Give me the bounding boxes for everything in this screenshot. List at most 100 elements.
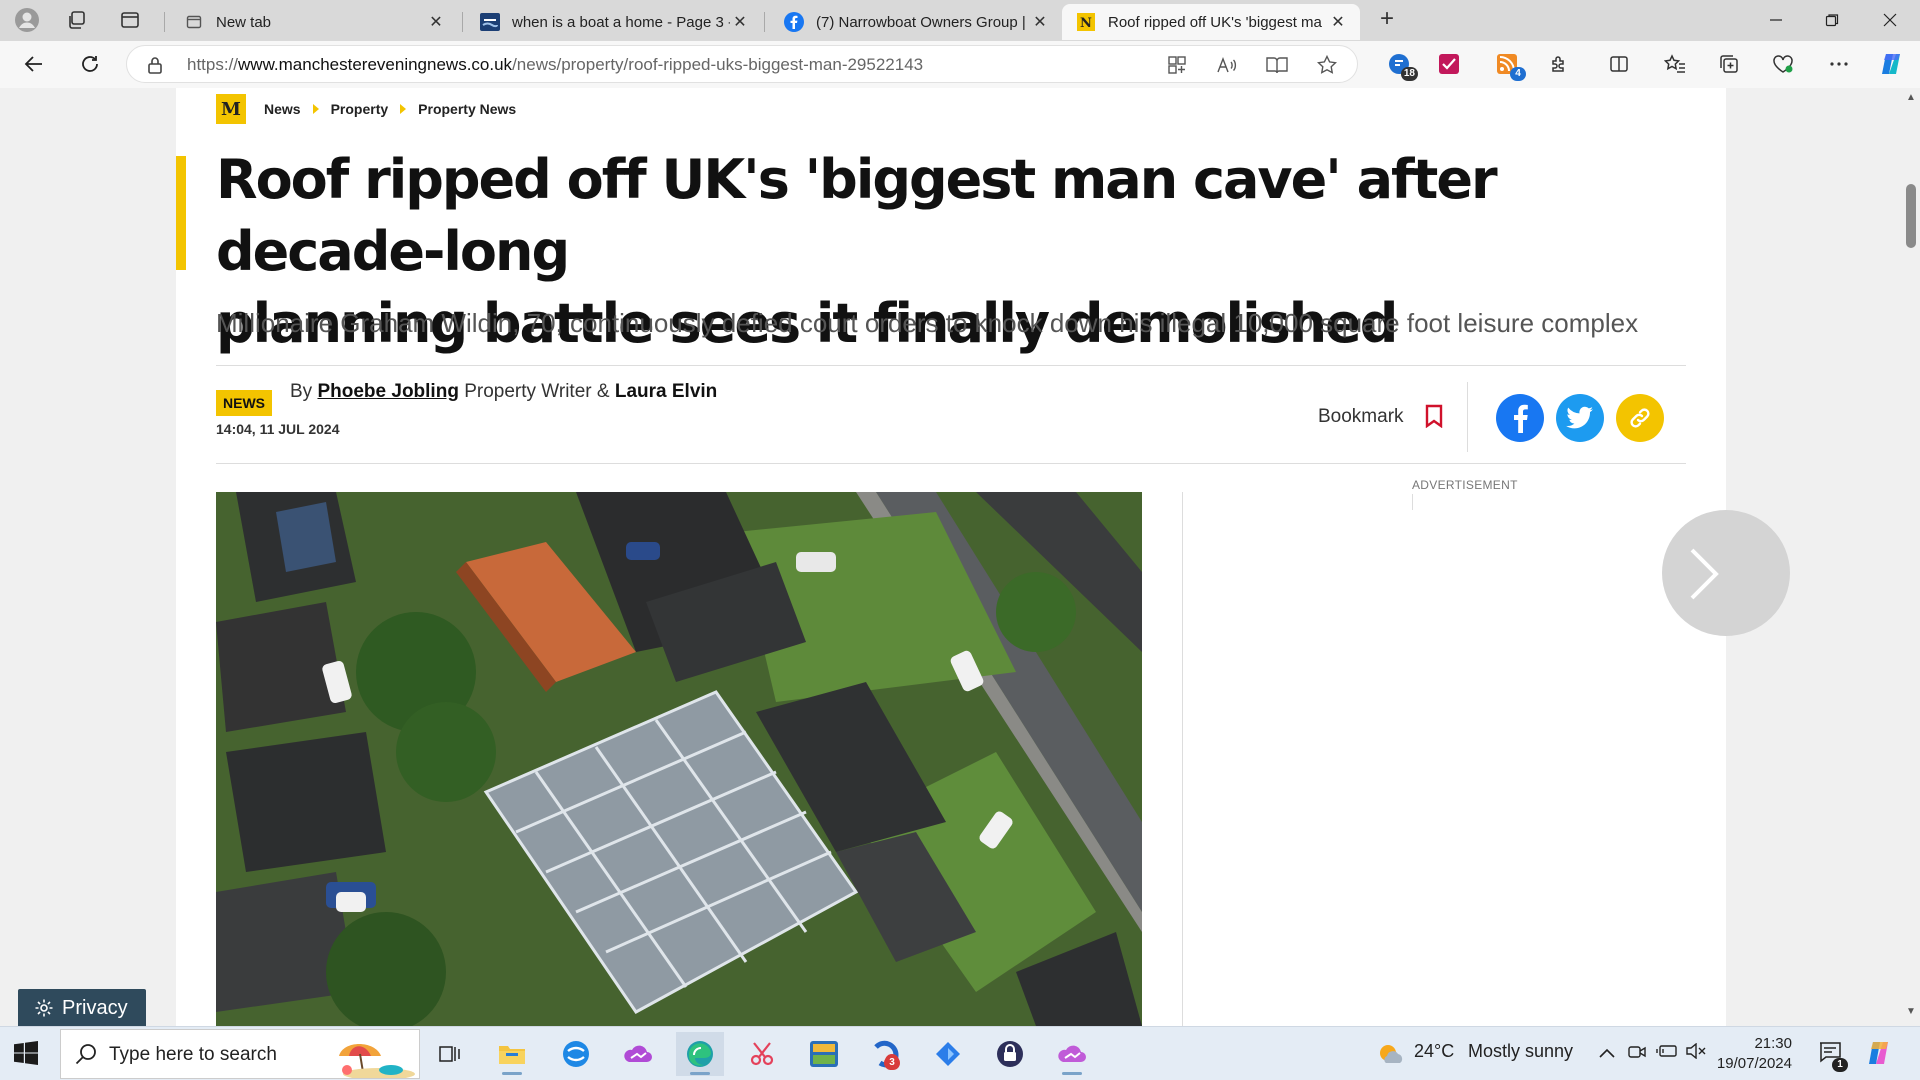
article-hero-image[interactable] bbox=[216, 492, 1142, 1026]
weather-temp[interactable]: 24°C bbox=[1414, 1041, 1454, 1062]
close-icon[interactable]: ✕ bbox=[1328, 12, 1348, 32]
browser-toolbar: https://www.manchestereveningnews.co.uk/… bbox=[0, 41, 1920, 88]
extension-a-badge: 18 bbox=[1400, 67, 1418, 81]
volume-muted-icon[interactable] bbox=[1686, 1042, 1706, 1064]
scroll-down-icon[interactable]: ▼ bbox=[1905, 1006, 1917, 1017]
clock-date: 19/07/2024 bbox=[1716, 1055, 1792, 1072]
restore-icon[interactable] bbox=[1804, 0, 1860, 40]
publish-timestamp: 14:04, 11 JUL 2024 bbox=[216, 421, 340, 437]
advertisement-slot bbox=[1412, 494, 1413, 510]
collections-icon[interactable] bbox=[1714, 49, 1744, 79]
favorite-star-icon[interactable] bbox=[1315, 54, 1339, 76]
article-standfirst: Millionaire Graham Wildin, 70, continuou… bbox=[216, 308, 1639, 338]
show-hidden-icons-chevron-up-icon[interactable] bbox=[1598, 1043, 1616, 1064]
windows-start-icon[interactable] bbox=[14, 1041, 38, 1070]
favorites-icon[interactable] bbox=[1660, 49, 1690, 79]
author-role: Property Writer & bbox=[464, 381, 610, 402]
search-icon bbox=[75, 1043, 97, 1070]
split-screen-icon[interactable] bbox=[1604, 49, 1634, 79]
facebook-icon bbox=[784, 12, 804, 32]
page-viewport[interactable]: M News Property Property News Roof rippe… bbox=[0, 88, 1920, 1026]
tab-title: when is a boat a home - Page 3 - bbox=[512, 13, 730, 31]
extensions-puzzle-icon[interactable] bbox=[1544, 49, 1574, 79]
breadcrumb-news[interactable]: News bbox=[264, 101, 301, 117]
scroll-up-icon[interactable]: ▲ bbox=[1905, 92, 1917, 103]
immersive-reader-icon[interactable] bbox=[1265, 54, 1289, 76]
url-text[interactable]: https://www.manchestereveningnews.co.uk/… bbox=[187, 55, 923, 75]
breadcrumb-property-news[interactable]: Property News bbox=[418, 101, 516, 117]
close-icon[interactable]: ✕ bbox=[730, 12, 750, 32]
file-explorer-icon[interactable] bbox=[488, 1032, 536, 1076]
app-available-icon[interactable] bbox=[1165, 54, 1189, 76]
weather-description[interactable]: Mostly sunny bbox=[1468, 1041, 1573, 1062]
back-icon[interactable] bbox=[16, 47, 52, 81]
lock-icon[interactable] bbox=[147, 56, 163, 79]
scrollbar-thumb[interactable] bbox=[1906, 184, 1916, 248]
clock-time: 21:30 bbox=[1754, 1035, 1792, 1052]
tab-separator bbox=[462, 12, 463, 32]
mail-app-icon[interactable]: 3 bbox=[862, 1032, 910, 1076]
new-tab-button[interactable]: + bbox=[1372, 6, 1402, 34]
bookmark-button[interactable]: Bookmark bbox=[1318, 406, 1404, 428]
refresh-icon[interactable] bbox=[72, 47, 108, 81]
beach-umbrella-icon bbox=[319, 1030, 419, 1080]
rss-extension-icon[interactable]: 4 bbox=[1492, 49, 1526, 81]
workspaces-icon[interactable] bbox=[63, 7, 91, 33]
new-tab-icon bbox=[184, 12, 204, 32]
window-close-icon[interactable] bbox=[1862, 0, 1918, 40]
advertisement-label: ADVERTISEMENT bbox=[1412, 478, 1518, 492]
url-host: www.manchestereveningnews.co.uk bbox=[238, 55, 513, 74]
facebook-share-icon[interactable] bbox=[1496, 394, 1544, 442]
cloud-app-2-icon[interactable] bbox=[1048, 1032, 1096, 1076]
tab-title: New tab bbox=[216, 13, 272, 31]
system-clock[interactable]: 21:30 19/07/2024 bbox=[1712, 1034, 1792, 1074]
carousel-next-button[interactable] bbox=[1662, 510, 1790, 636]
url-path: /news/property/roof-ripped-uks-biggest-m… bbox=[512, 55, 924, 74]
calculator-app-icon[interactable] bbox=[800, 1032, 848, 1076]
battery-icon[interactable] bbox=[1656, 1043, 1678, 1064]
twitter-share-icon[interactable] bbox=[1556, 394, 1604, 442]
tab-boat-forum[interactable]: when is a boat a home - Page 3 - ✕ bbox=[466, 4, 762, 40]
breadcrumb-chevron-icon bbox=[312, 104, 319, 114]
extension-b-icon[interactable] bbox=[1434, 49, 1464, 79]
copilot-icon[interactable] bbox=[1876, 49, 1906, 79]
page-scrollbar[interactable]: ▲ ▼ bbox=[1902, 88, 1920, 1026]
news-tag[interactable]: NEWS bbox=[216, 390, 272, 416]
read-aloud-icon[interactable] bbox=[1215, 54, 1239, 76]
edge-browser-icon[interactable] bbox=[676, 1032, 724, 1076]
extension-a-icon[interactable]: 18 bbox=[1384, 49, 1418, 81]
tab-narrowboat-group[interactable]: (7) Narrowboat Owners Group | F ✕ bbox=[770, 4, 1062, 40]
browser-essentials-icon[interactable] bbox=[1768, 49, 1798, 79]
cloud-app-icon[interactable] bbox=[614, 1032, 662, 1076]
close-icon[interactable]: ✕ bbox=[426, 12, 446, 32]
men-logo-icon: N bbox=[1076, 12, 1096, 32]
tab-title: (7) Narrowboat Owners Group | F bbox=[816, 13, 1030, 31]
close-icon[interactable]: ✕ bbox=[1030, 12, 1050, 32]
tab-new-tab[interactable]: New tab ✕ bbox=[170, 4, 458, 40]
messaging-app-icon[interactable] bbox=[552, 1032, 600, 1076]
breadcrumb-property[interactable]: Property bbox=[331, 101, 389, 117]
vpn-lock-icon[interactable] bbox=[986, 1032, 1034, 1076]
tab-strip: New tab ✕ when is a boat a home - Page 3… bbox=[0, 0, 1920, 41]
notifications-icon[interactable]: 1 bbox=[1818, 1041, 1848, 1072]
dev-tools-icon[interactable] bbox=[924, 1032, 972, 1076]
vertical-tabs-icon[interactable] bbox=[116, 7, 144, 33]
privacy-label: Privacy bbox=[62, 996, 128, 1019]
meet-now-camera-icon[interactable] bbox=[1628, 1043, 1646, 1066]
address-bar[interactable]: https://www.manchestereveningnews.co.uk/… bbox=[126, 45, 1358, 83]
weather-sun-icon[interactable] bbox=[1376, 1041, 1404, 1072]
minimize-icon[interactable] bbox=[1748, 0, 1804, 40]
tab-men-article[interactable]: N Roof ripped off UK's 'biggest ma ✕ bbox=[1062, 4, 1360, 40]
copilot-taskbar-icon[interactable] bbox=[1864, 1039, 1892, 1072]
divider bbox=[216, 365, 1686, 366]
bookmark-icon[interactable] bbox=[1424, 404, 1444, 433]
taskbar-search-box[interactable]: Type here to search bbox=[60, 1029, 420, 1080]
task-view-icon[interactable] bbox=[426, 1032, 474, 1076]
profile-icon[interactable] bbox=[13, 7, 41, 33]
privacy-button[interactable]: Privacy bbox=[18, 989, 146, 1027]
more-options-icon[interactable] bbox=[1824, 49, 1854, 79]
author-link-phoebe-jobling[interactable]: Phoebe Jobling bbox=[317, 381, 458, 402]
site-logo[interactable]: M bbox=[216, 94, 246, 124]
snipping-tool-icon[interactable] bbox=[738, 1032, 786, 1076]
copy-link-icon[interactable] bbox=[1616, 394, 1664, 442]
